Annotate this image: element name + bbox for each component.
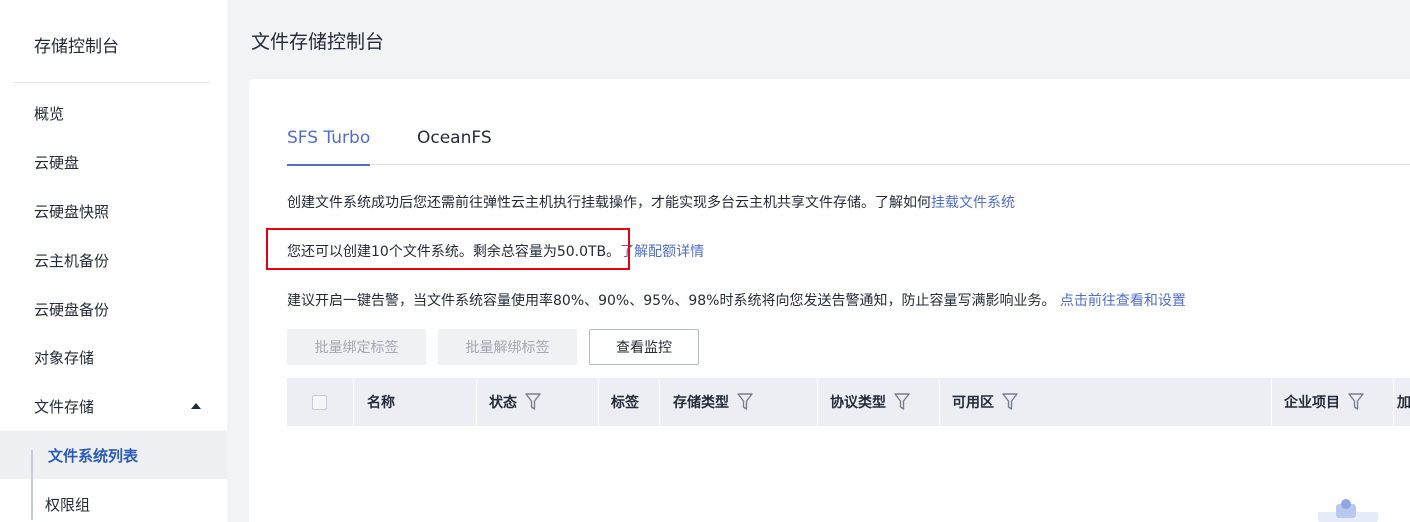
column-divider — [939, 378, 940, 426]
sidebar-item-file-storage[interactable]: 文件存储 — [0, 382, 227, 430]
column-divider — [476, 378, 477, 426]
sidebar-item-disk-backup[interactable]: 云硬盘备份 — [0, 285, 227, 333]
sidebar-item-host-backup[interactable]: 云主机备份 — [0, 236, 227, 284]
mount-info-text: 创建文件系统成功后您还需前往弹性云主机执行挂载操作，才能实现多台云主机共享文件存… — [287, 195, 931, 211]
column-header-storage-type: 存储类型 — [673, 378, 753, 426]
column-header-availability-zone: 可用区 — [952, 378, 1018, 426]
column-header-enterprise-project: 企业项目 — [1284, 378, 1364, 426]
view-monitor-button[interactable]: 查看监控 — [589, 329, 699, 365]
sidebar-item-object-storage[interactable]: 对象存储 — [0, 333, 227, 381]
sidebar-item-disk-snapshot[interactable]: 云硬盘快照 — [0, 187, 227, 235]
column-header-tag: 标签 — [611, 395, 639, 411]
sidebar-item-label: 文件存储 — [34, 397, 95, 416]
column-header-encryption: 加 — [1397, 395, 1410, 411]
bulk-unbind-tag-button[interactable]: 批量解绑标签 — [438, 329, 577, 365]
column-divider — [353, 378, 354, 426]
filter-icon[interactable] — [525, 393, 541, 411]
filter-icon[interactable] — [737, 393, 753, 411]
sidebar-subitem-permission-group[interactable]: 权限组 — [0, 480, 227, 522]
alarm-settings-link[interactable]: 点击前往查看和设置 — [1060, 293, 1186, 309]
filter-icon[interactable] — [894, 393, 910, 411]
filter-icon[interactable] — [1002, 393, 1018, 411]
filter-icon[interactable] — [1348, 393, 1364, 411]
column-header-label: 企业项目 — [1284, 395, 1340, 411]
column-divider — [598, 378, 599, 426]
alarm-info-line: 建议开启一键告警，当文件系统容量使用率80%、90%、95%、98%时系统将向您… — [287, 290, 1186, 310]
tab-bar: SFS Turbo OceanFS — [287, 128, 1410, 166]
highlight-box — [266, 228, 630, 270]
column-divider — [817, 378, 818, 426]
bulk-bind-tag-button[interactable]: 批量绑定标签 — [287, 329, 426, 365]
sidebar-item-overview[interactable]: 概览 — [0, 89, 227, 137]
column-header-label: 存储类型 — [673, 395, 729, 411]
column-divider — [1393, 378, 1394, 426]
sidebar: 存储控制台 概览 云硬盘 云硬盘快照 云主机备份 云硬盘备份 对象存储 文件存储… — [0, 0, 227, 522]
column-header-label: 协议类型 — [830, 395, 886, 411]
sidebar-subitem-file-system-list[interactable]: 文件系统列表 — [0, 431, 227, 479]
empty-state-illustration — [1318, 499, 1378, 522]
sidebar-divider — [13, 82, 210, 83]
quota-details-link[interactable]: 了解配额详情 — [620, 244, 704, 260]
column-header-name: 名称 — [367, 395, 395, 411]
column-divider — [659, 378, 660, 426]
submenu-indent-line — [31, 450, 33, 520]
sidebar-title: 存储控制台 — [34, 37, 119, 57]
alarm-info-text: 建议开启一键告警，当文件系统容量使用率80%、90%、95%、98%时系统将向您… — [287, 293, 1056, 309]
caret-up-icon — [191, 403, 201, 409]
column-header-protocol-type: 协议类型 — [830, 378, 910, 426]
tab-sfs-turbo[interactable]: SFS Turbo — [287, 128, 371, 166]
select-all-checkbox[interactable] — [312, 395, 327, 410]
column-header-status: 状态 — [489, 378, 541, 426]
column-header-label: 可用区 — [952, 395, 994, 411]
sidebar-item-cloud-disk[interactable]: 云硬盘 — [0, 138, 227, 186]
column-divider — [1271, 378, 1272, 426]
mount-info-line: 创建文件系统成功后您还需前往弹性云主机执行挂载操作，才能实现多台云主机共享文件存… — [287, 192, 1015, 212]
tab-oceanfs[interactable]: OceanFS — [417, 128, 492, 165]
column-header-label: 状态 — [489, 395, 517, 411]
page-title: 文件存储控制台 — [251, 31, 385, 53]
mount-file-system-link[interactable]: 挂载文件系统 — [931, 195, 1015, 211]
table-header: 名称 状态 标签 存储类型 协议类型 可用区 企业项目 加 — [287, 378, 1410, 426]
